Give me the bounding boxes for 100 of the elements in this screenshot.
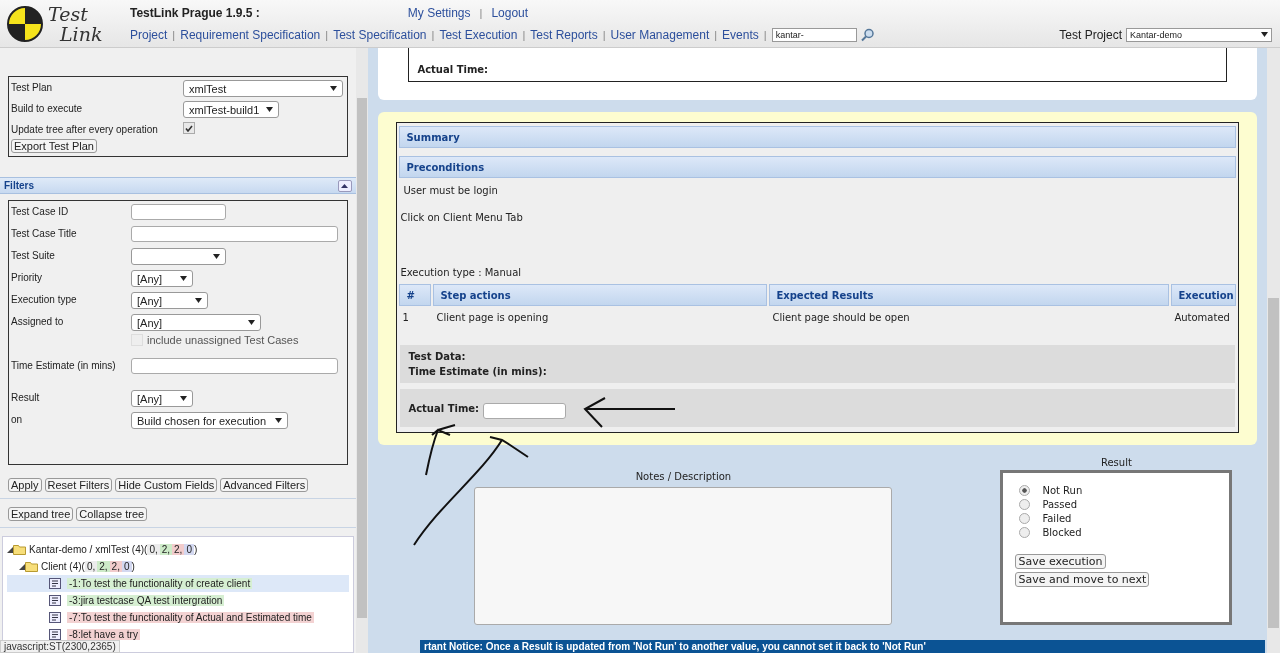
count: 0, xyxy=(84,561,98,572)
field-label: Test Data: xyxy=(408,351,467,362)
radio-button[interactable] xyxy=(1019,513,1031,524)
nav-link[interactable]: Requirement Specification xyxy=(180,27,321,42)
user-link[interactable]: Logout xyxy=(491,5,529,20)
save-button[interactable]: Save and move to next xyxy=(1015,572,1150,587)
status-bar: javascript:ST(2300,2365) xyxy=(0,640,120,653)
tree-button[interactable]: Expand tree xyxy=(8,507,74,521)
test-case-icon xyxy=(49,578,61,589)
tree-node-label[interactable]: Client (4)( xyxy=(41,561,85,572)
field-label: Actual Time: xyxy=(408,402,480,414)
field-label: Test Case ID xyxy=(11,205,70,217)
nav-link[interactable]: Events xyxy=(722,27,759,42)
input-field[interactable] xyxy=(131,226,338,242)
notes-field[interactable] xyxy=(474,487,893,625)
count: 2, xyxy=(172,544,185,555)
column-header: Step actions xyxy=(433,284,768,306)
field-label: Time Estimate (in mins): xyxy=(408,366,548,377)
tree-node-label: ) xyxy=(131,561,135,572)
separator: | xyxy=(479,6,483,19)
dropdown[interactable]: [Any] xyxy=(131,270,193,287)
execution-type: Execution type : Manual xyxy=(399,266,523,280)
count: 0, xyxy=(147,544,160,555)
step-note: Click on Client Menu Tab xyxy=(399,211,524,225)
logo-icon xyxy=(6,4,44,43)
field-label: Build to execute xyxy=(11,102,84,114)
count: 2, xyxy=(97,561,110,572)
export-button[interactable]: Export Test Plan xyxy=(11,139,97,153)
dropdown-caret-icon xyxy=(213,254,220,259)
test-case-item[interactable]: -7:To test the functionality of Actual and Estimated time xyxy=(67,612,314,623)
checkmark-icon xyxy=(185,124,193,132)
radio-button[interactable] xyxy=(1019,485,1031,496)
nav-link[interactable]: Test Reports xyxy=(530,27,598,42)
folder-icon xyxy=(13,544,27,555)
nav-link[interactable]: Test Specification xyxy=(333,27,427,42)
radio-button[interactable] xyxy=(1019,527,1031,538)
separator: | xyxy=(714,28,718,41)
column-header: Expected Results xyxy=(769,284,1170,306)
separator: | xyxy=(602,28,606,41)
nav-link[interactable]: Test Execution xyxy=(439,27,518,42)
test-case-item[interactable]: -3:jira testcase QA test intergration xyxy=(67,595,225,606)
dropdown[interactable]: [Any] xyxy=(131,390,193,407)
tree-button[interactable]: Collapse tree xyxy=(76,507,148,521)
search-icon[interactable] xyxy=(860,27,875,42)
test-case-item[interactable]: -1:To test the functionality of create client xyxy=(67,578,253,589)
dropdown-caret-icon xyxy=(275,418,282,423)
filter-button[interactable]: Advanced Filters xyxy=(220,478,309,492)
nav-link[interactable]: Project xyxy=(130,27,168,42)
input-field[interactable] xyxy=(131,204,226,220)
separator: | xyxy=(431,28,435,41)
nav-link[interactable]: User Management xyxy=(610,27,710,42)
dropdown-caret-icon xyxy=(180,276,187,281)
dropdown[interactable]: xmlTest xyxy=(183,80,343,97)
collapse-icon xyxy=(341,183,349,188)
count: 0 xyxy=(121,561,132,572)
dropdown-caret-icon xyxy=(330,86,337,91)
radio-button[interactable] xyxy=(1019,499,1031,510)
dropdown[interactable]: [Any] xyxy=(131,314,261,331)
filter-button[interactable]: Hide Custom Fields xyxy=(115,478,218,492)
dropdown[interactable] xyxy=(131,248,226,265)
separator: | xyxy=(325,28,329,41)
radio-label: Failed xyxy=(1042,513,1072,524)
field-label: Assigned to xyxy=(11,315,65,327)
collapse-button[interactable] xyxy=(337,179,352,192)
dropdown[interactable]: [Any] xyxy=(131,292,208,309)
filter-button[interactable]: Apply xyxy=(8,478,42,492)
count: 0 xyxy=(184,544,194,555)
count: 2, xyxy=(159,544,173,555)
test-case-icon xyxy=(49,595,61,606)
radio-label: Not Run xyxy=(1042,485,1083,496)
input-field[interactable] xyxy=(131,358,338,374)
save-button[interactable]: Save execution xyxy=(1015,554,1106,569)
dropdown[interactable]: xmlTest-build1 xyxy=(183,101,279,118)
field-label: Execution type xyxy=(11,293,78,305)
dropdown[interactable]: Build chosen for execution xyxy=(131,412,288,429)
input-field[interactable] xyxy=(483,403,567,419)
field-label: Time Estimate (in mins) xyxy=(11,359,117,371)
separator: | xyxy=(522,28,526,41)
test-case-item[interactable]: -8:let have a try xyxy=(67,629,140,640)
logo-text: Link xyxy=(58,23,103,44)
scrollbar[interactable] xyxy=(1267,48,1280,653)
field-label: Test Plan xyxy=(11,81,54,93)
expand-arrow-icon[interactable] xyxy=(19,563,25,570)
dropdown-caret-icon xyxy=(180,396,187,401)
table-cell-text: Automated xyxy=(1173,311,1231,325)
section-header: Summary xyxy=(399,126,1237,148)
dropdown-caret-icon xyxy=(266,107,273,112)
search-field[interactable]: kantar- xyxy=(771,27,857,42)
dropdown-caret-icon xyxy=(248,320,255,325)
filter-button[interactable]: Reset Filters xyxy=(44,478,113,492)
table-cell-text: 1 xyxy=(401,311,410,325)
test-case-icon xyxy=(49,629,61,640)
user-link[interactable]: My Settings xyxy=(407,5,471,20)
field-label: Update tree after every operation xyxy=(11,123,159,135)
expand-arrow-icon[interactable] xyxy=(7,546,13,553)
tree-node-label[interactable]: Kantar-demo / xmlTest (4)( xyxy=(29,544,148,555)
checkbox[interactable] xyxy=(183,122,195,134)
tree-node-label: ) xyxy=(193,544,198,555)
project-dropdown[interactable]: Kantar-demo xyxy=(1126,27,1272,42)
dropdown-caret-icon xyxy=(1261,32,1268,37)
